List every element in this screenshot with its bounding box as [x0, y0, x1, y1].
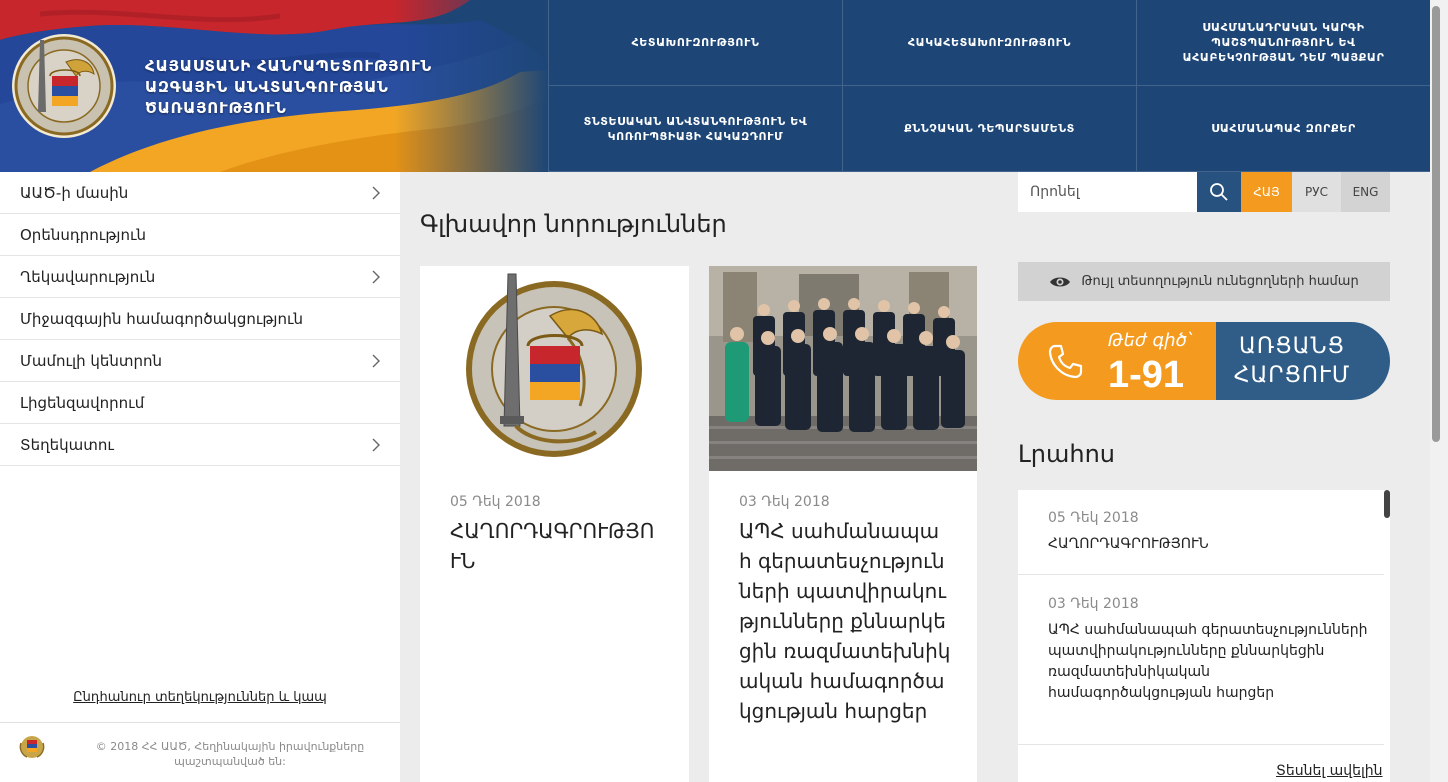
news-date: 05 Դեկ 2018 [450, 494, 541, 510]
online-request-block[interactable]: ԱՌՑԱՆՑ ՀԱՐՑՈՒՄ [1216, 322, 1390, 400]
chevron-right-icon [372, 270, 380, 284]
contact-info-link[interactable]: Ընդհանուր տեղեկություններ և կապ [0, 690, 400, 705]
feed-item[interactable]: 05 Դեկ 2018 ՀԱՂՈՐԴԱԳՐՈՒԹՅՈՒՆ [1018, 490, 1384, 575]
sidebar-item-label: Լիցենզավորում [20, 393, 145, 412]
sidebar-item-label: Տեղեկատու [20, 435, 114, 454]
sidebar-item-label: Միջազգային համագործակցություն [20, 309, 304, 328]
language-russian[interactable]: РУС [1292, 172, 1341, 212]
news-feed-title: Լրահոս [1018, 440, 1116, 468]
news-title[interactable]: ԱՊՀ սահմանապահ գերատեսչությունների պատվի… [739, 516, 951, 726]
sidebar-item-label: Օրենսդրություն [20, 225, 146, 244]
copyright-text: © 2018 ՀՀ ԱԱԾ, Հեղինակային իրավունքները … [95, 740, 365, 768]
nav-investigation-department[interactable]: ՔՆՆՉԱԿԱՆ ԴԵՊԱՐՏԱՄԵՆՏ [842, 86, 1136, 172]
online-request-label: ԱՌՑԱՆՑ ՀԱՐՑՈՒՄ [1216, 332, 1368, 390]
nss-emblem-image [420, 266, 689, 471]
sidebar-item-leadership[interactable]: Ղեկավարություն [0, 256, 400, 298]
chevron-right-icon [372, 438, 380, 452]
language-armenian[interactable]: ՀԱՅ [1241, 172, 1292, 212]
sidebar-item-international[interactable]: Միջազգային համագործակցություն [0, 298, 400, 340]
hotline-label: Թեժ գիծ՝ [1108, 330, 1192, 351]
main-news-title: Գլխավոր նորություններ [420, 210, 727, 238]
sidebar-menu: ԱԱԾ-ի մասին Օրենսդրություն Ղեկավարությու… [0, 172, 400, 782]
news-title[interactable]: ՀԱՂՈՐԴԱԳՐՈՒԹՅՈՒՆ [450, 516, 662, 576]
sidebar-item-legislation[interactable]: Օրենսդրություն [0, 214, 400, 256]
agency-title: ՀԱՅԱՍՏԱՆԻ ՀԱՆՐԱՊԵՏՈՒԹՅՈՒՆ ԱԶԳԱՅԻՆ ԱՆՎՏԱՆ… [145, 57, 433, 117]
nav-economic-security[interactable]: ՏՆՏԵՍԱԿԱՆ ԱՆՎՏԱՆԳՈՒԹՅՈՒՆ ԵՎ ԿՈՌՈՒՊՑԻԱՅԻ … [548, 86, 842, 172]
search-input[interactable] [1018, 172, 1197, 212]
feed-scrollbar-thumb[interactable] [1384, 490, 1390, 518]
feed-date: 03 Դեկ 2018 [1048, 596, 1139, 612]
feed-text: ԱՊՀ սահմանապահ գերատեսչությունների պատվի… [1048, 622, 1368, 701]
news-card[interactable]: 05 Դեկ 2018 ՀԱՂՈՐԴԱԳՐՈՒԹՅՈՒՆ [420, 266, 689, 782]
online-request-line2: ՀԱՐՑՈՒՄ [1233, 363, 1351, 388]
sidebar-item-directory[interactable]: Տեղեկատու [0, 424, 400, 466]
see-more-link[interactable]: Տեսնել ավելին [1276, 763, 1383, 779]
online-request-line1: ԱՌՑԱՆՑ [1239, 334, 1345, 359]
eye-icon [1050, 277, 1071, 286]
chevron-right-icon [372, 354, 380, 368]
sidebar-item-label: ԱԱԾ-ի մասին [20, 183, 129, 202]
top-navigation: ՀԵՏԱԽՈՒԶՈՒԹՅՈՒՆ ՀԱԿԱՀԵՏԱԽՈՒԶՈՒԹՅՈՒՆ ՍԱՀՄ… [548, 0, 1430, 172]
phone-icon [1048, 344, 1083, 379]
delegation-group-photo [709, 266, 977, 471]
page-scrollbar-thumb[interactable] [1432, 6, 1440, 442]
language-english[interactable]: ENG [1341, 172, 1390, 212]
hotline-number-block: Թեժ գիծ՝ 1-91 [1018, 322, 1218, 400]
feed-item[interactable]: 03 Դեկ 2018 ԱՊՀ սահմանապահ գերատեսչությո… [1018, 575, 1384, 745]
low-vision-label: Թույլ տեսողություն ունեցողների համար [1081, 274, 1359, 289]
hotline-number: 1-91 [1108, 354, 1185, 396]
sidebar-footer: © 2018 ՀՀ ԱԱԾ, Հեղինակային իրավունքները … [0, 722, 400, 782]
feed-text: ՀԱՂՈՐԴԱԳՐՈՒԹՅՈՒՆ [1048, 536, 1209, 552]
coat-of-arms-icon [19, 736, 45, 758]
news-card[interactable]: 03 Դեկ 2018 ԱՊՀ սահմանապահ գերատեսչությո… [709, 266, 977, 782]
sidebar-item-licensing[interactable]: Լիցենզավորում [0, 382, 400, 424]
nav-counterintelligence[interactable]: ՀԱԿԱՀԵՏԱԽՈՒԶՈՒԹՅՈՒՆ [842, 0, 1136, 86]
nss-seal-logo [12, 34, 116, 138]
hotline-banner[interactable]: Թեժ գիծ՝ 1-91 ԱՌՑԱՆՑ ՀԱՐՑՈՒՄ [1018, 322, 1390, 400]
sidebar-item-about[interactable]: ԱԱԾ-ի մասին [0, 172, 400, 214]
sidebar-item-press-center[interactable]: Մամուլի կենտրոն [0, 340, 400, 382]
site-header: ՀԱՅԱՍՏԱՆԻ ՀԱՆՐԱՊԵՏՈՒԹՅՈՒՆ ԱԶԳԱՅԻՆ ԱՆՎՏԱՆ… [0, 0, 1430, 172]
nav-constitutional-order[interactable]: ՍԱՀՄԱՆԱԴՐԱԿԱՆ ԿԱՐԳԻ ՊԱՇՏՊԱՆՈՒԹՅՈՒՆ ԵՎ ԱՀ… [1136, 0, 1430, 86]
sidebar-item-label: Մամուլի կենտրոն [20, 351, 163, 370]
news-feed: 05 Դեկ 2018 ՀԱՂՈՐԴԱԳՐՈՒԹՅՈՒՆ 03 Դեկ 2018… [1018, 490, 1390, 782]
chevron-right-icon [372, 186, 380, 200]
nav-border-troops[interactable]: ՍԱՀՄԱՆԱՊԱՀ ԶՈՐՔԵՐ [1136, 86, 1430, 172]
search-icon [1210, 183, 1228, 201]
sidebar-item-label: Ղեկավարություն [20, 267, 156, 286]
feed-date: 05 Դեկ 2018 [1048, 510, 1139, 526]
search-button[interactable] [1197, 172, 1241, 212]
news-date: 03 Դեկ 2018 [739, 494, 830, 510]
low-vision-button[interactable]: Թույլ տեսողություն ունեցողների համար [1018, 262, 1390, 301]
nav-intelligence[interactable]: ՀԵՏԱԽՈՒԶՈՒԹՅՈՒՆ [548, 0, 842, 86]
